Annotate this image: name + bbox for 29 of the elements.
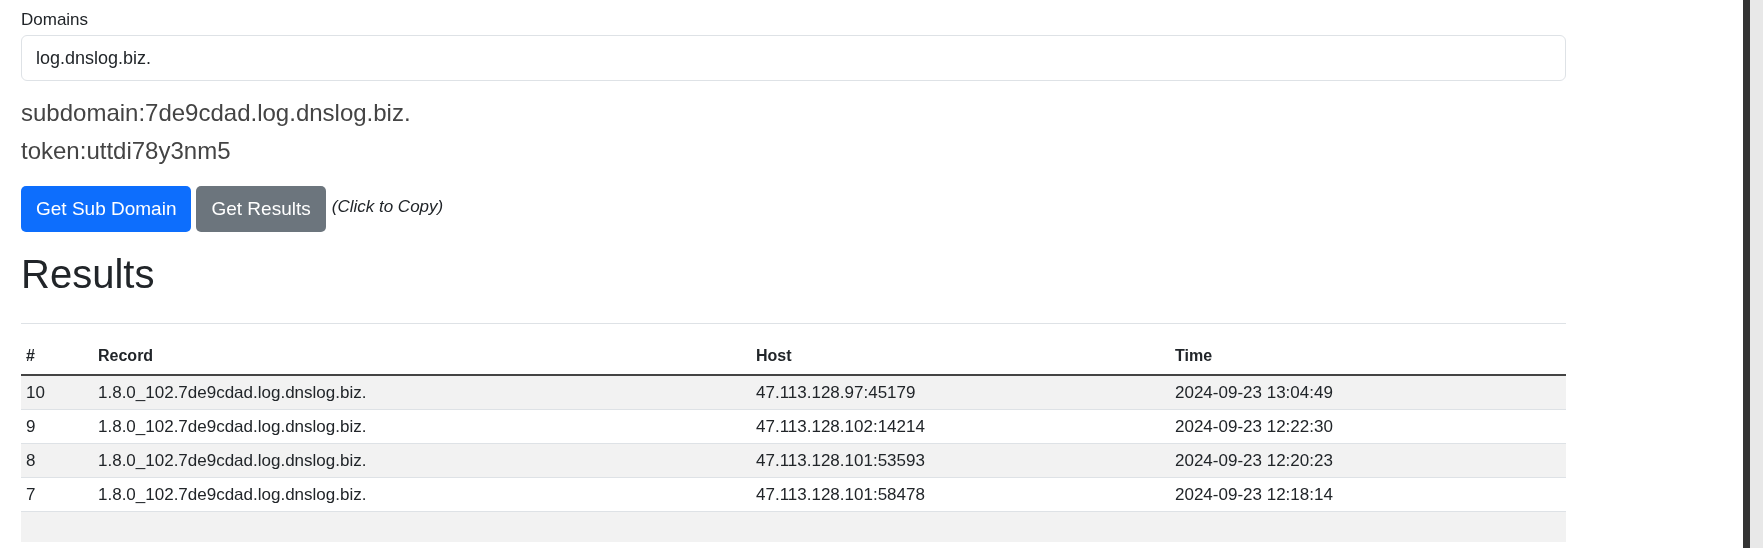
field-label: Domains (21, 10, 90, 30)
info-text: subdomain:7de9cdad.log.dnslog.biz. (21, 98, 412, 128)
table-cell-text: 8 (25, 450, 37, 471)
table-cell-text: 2024-09-23 12:22:30 (1174, 416, 1334, 437)
copy-hint: (Click to Copy) (331, 197, 444, 217)
column-header: # (25, 347, 36, 365)
scrollbar[interactable] (1743, 0, 1763, 548)
table-cell-text: 47.113.128.97:45179 (755, 382, 917, 403)
column-header: Time (1174, 347, 1214, 365)
results-heading: Results (21, 251, 156, 298)
table-cell-text: 1.8.0_102.7de9cdad.log.dnslog.biz. (97, 484, 368, 505)
table-cell-text: 47.113.128.102:14214 (755, 416, 926, 437)
column-header: Record (97, 347, 155, 365)
column-header: Host (755, 347, 793, 365)
table-cell-text: 1.8.0_102.7de9cdad.log.dnslog.biz. (97, 416, 368, 437)
info-text: token:uttdi78y3nm5 (21, 136, 232, 166)
table-cell-text: 1.8.0_102.7de9cdad.log.dnslog.biz. (97, 450, 368, 471)
table-cell-text: 10 (25, 382, 46, 403)
table-cell-text: 9 (25, 416, 37, 437)
table-cell-text: 2024-09-23 13:04:49 (1174, 382, 1334, 403)
primary-button[interactable]: Get Sub Domain (21, 186, 192, 232)
domain-input-field[interactable]: log.dnslog.biz. (21, 35, 1566, 81)
table-cell-text: 1.8.0_102.7de9cdad.log.dnslog.biz. (97, 382, 368, 403)
table-cell-text: 7 (25, 484, 37, 505)
table-cell-text: 47.113.128.101:58478 (755, 484, 926, 505)
table-cell-text: 2024-09-23 12:18:14 (1174, 484, 1334, 505)
table-cell-text: 2024-09-23 12:20:23 (1174, 450, 1334, 471)
secondary-button[interactable]: Get Results (196, 186, 326, 232)
table-cell-text: 47.113.128.101:53593 (755, 450, 926, 471)
